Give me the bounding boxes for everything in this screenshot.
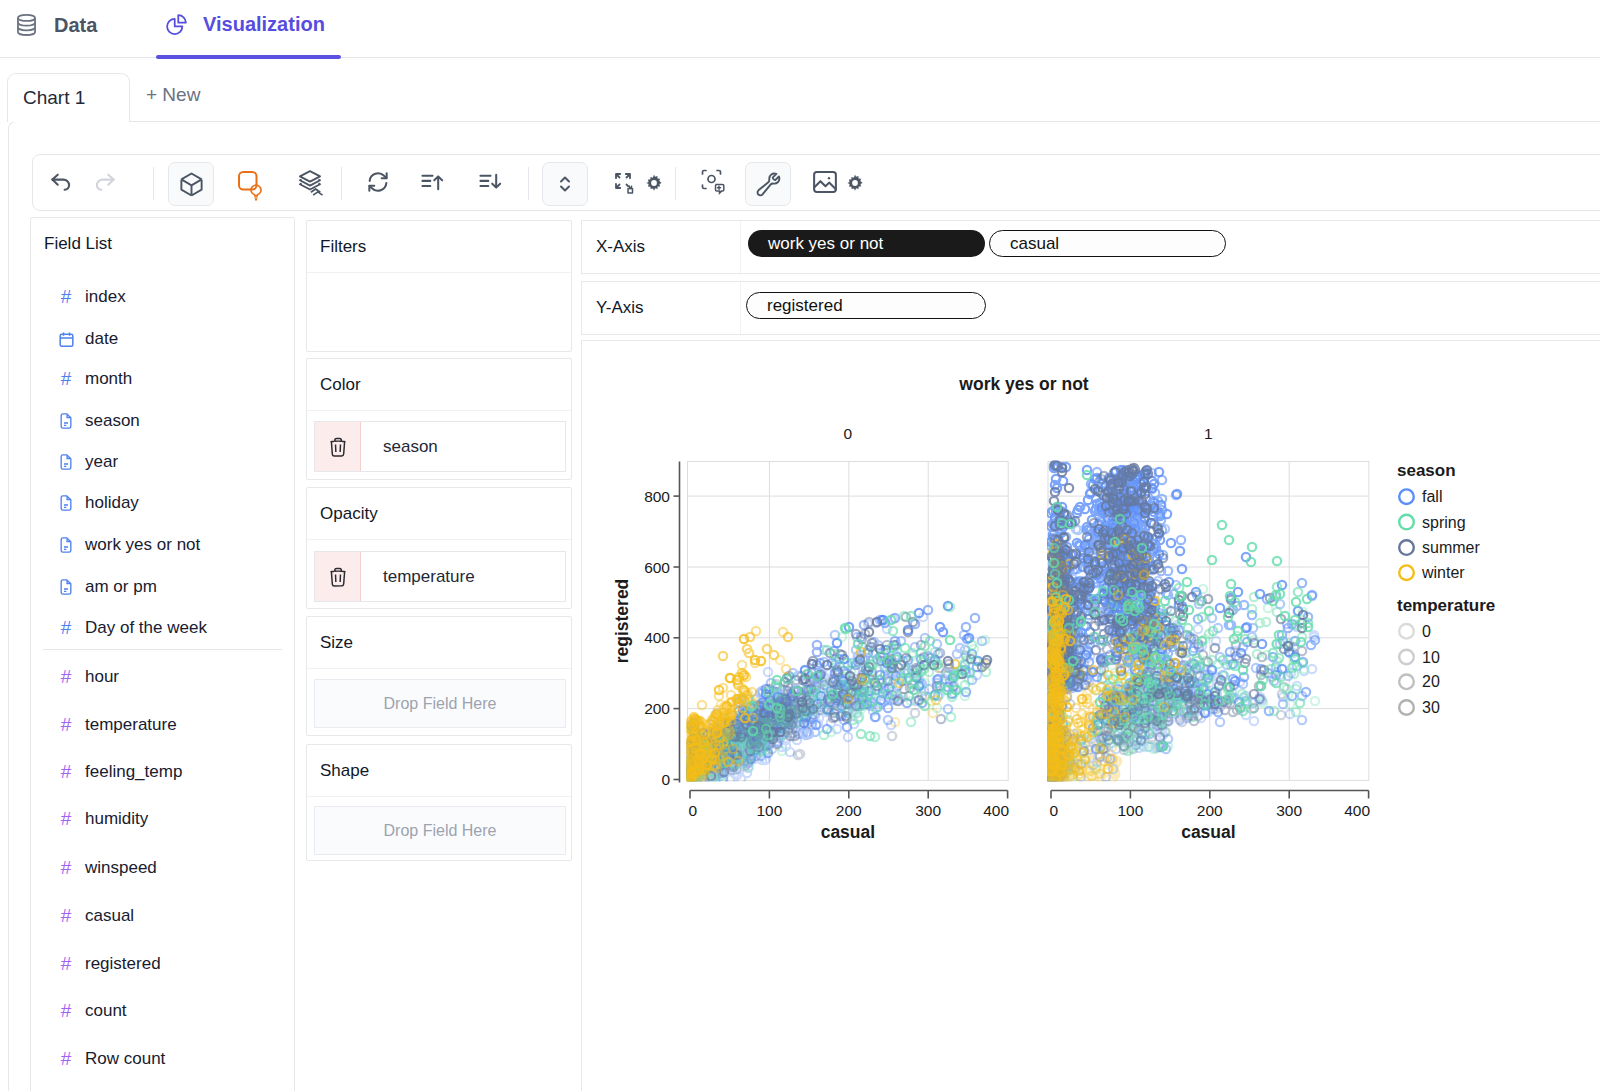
svg-text:fall: fall [1422, 488, 1442, 505]
svg-text:1: 1 [1204, 425, 1213, 442]
svg-text:casual: casual [821, 822, 875, 842]
svg-text:work yes or not: work yes or not [958, 374, 1089, 394]
svg-text:0: 0 [689, 802, 698, 819]
svg-text:300: 300 [915, 802, 941, 819]
svg-text:winter: winter [1421, 564, 1465, 581]
svg-text:spring: spring [1422, 514, 1466, 531]
svg-text:summer: summer [1422, 539, 1480, 556]
svg-text:200: 200 [836, 802, 862, 819]
svg-text:400: 400 [1344, 802, 1370, 819]
svg-text:registered: registered [612, 579, 632, 664]
svg-text:0: 0 [1050, 802, 1059, 819]
svg-text:300: 300 [1276, 802, 1302, 819]
svg-text:200: 200 [1197, 802, 1223, 819]
svg-text:600: 600 [644, 559, 670, 576]
svg-text:100: 100 [1117, 802, 1143, 819]
svg-text:20: 20 [1422, 673, 1440, 690]
svg-text:season: season [1397, 461, 1456, 480]
svg-text:casual: casual [1181, 822, 1235, 842]
svg-text:800: 800 [644, 488, 670, 505]
svg-text:0: 0 [1422, 623, 1431, 640]
svg-text:0: 0 [843, 425, 852, 442]
svg-text:temperature: temperature [1397, 596, 1495, 615]
svg-text:10: 10 [1422, 649, 1440, 666]
svg-text:30: 30 [1422, 699, 1440, 716]
svg-text:100: 100 [756, 802, 782, 819]
svg-text:200: 200 [644, 700, 670, 717]
svg-text:0: 0 [661, 771, 670, 788]
svg-text:400: 400 [644, 629, 670, 646]
svg-text:400: 400 [983, 802, 1009, 819]
